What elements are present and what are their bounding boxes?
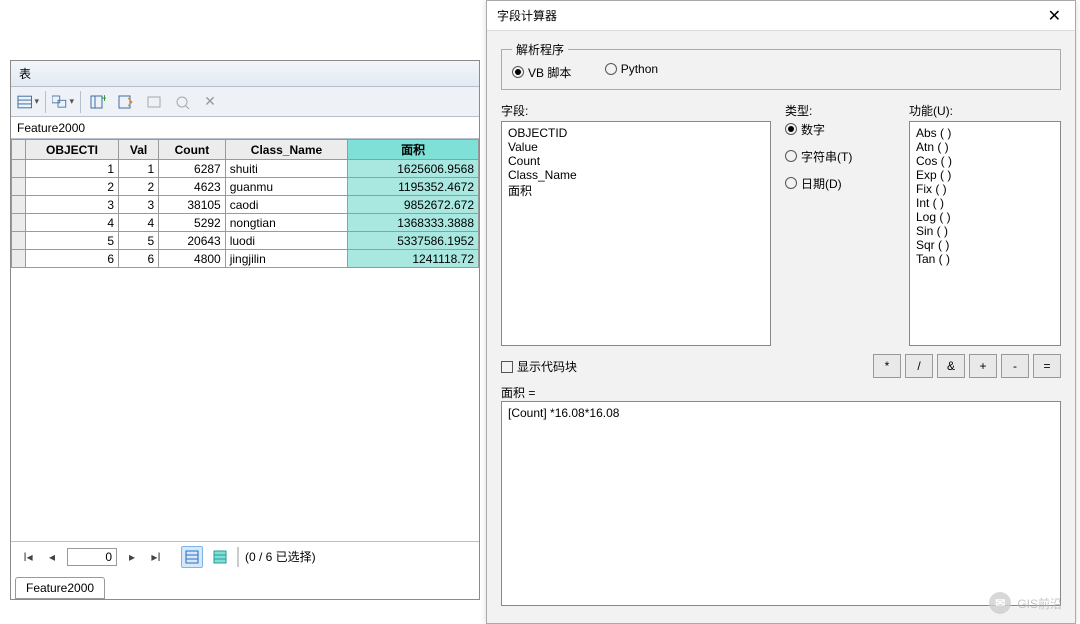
list-item[interactable]: Exp ( ) bbox=[916, 168, 1054, 182]
show-selected-icon[interactable] bbox=[209, 546, 231, 568]
bottom-tabs: Feature2000 bbox=[11, 571, 105, 599]
funcs-label: 功能(U): bbox=[909, 102, 1061, 119]
nav-status: (0 / 6 已选择) bbox=[245, 548, 316, 565]
operator-button[interactable]: & bbox=[937, 354, 965, 378]
list-item[interactable]: Tan ( ) bbox=[916, 252, 1054, 266]
nav-current-input[interactable] bbox=[67, 548, 117, 566]
list-item[interactable]: Abs ( ) bbox=[916, 126, 1054, 140]
col-objectid[interactable]: OBJECTI bbox=[26, 140, 119, 160]
operator-button[interactable]: - bbox=[1001, 354, 1029, 378]
grid-header-row: OBJECTI Val Count Class_Name 面积 bbox=[12, 140, 479, 160]
wechat-icon: ✉ bbox=[989, 592, 1011, 614]
fields-label: 字段: bbox=[501, 102, 771, 119]
dialog-close-icon[interactable]: ✕ bbox=[1044, 6, 1065, 26]
field-calculator-dialog: 字段计算器 ✕ 解析程序 VB 脚本 Python 字段: OBJECTIDVa… bbox=[486, 0, 1076, 624]
add-field-icon[interactable]: + bbox=[87, 91, 109, 113]
list-item[interactable]: Fix ( ) bbox=[916, 182, 1054, 196]
show-codeblock-checkbox[interactable]: 显示代码块 bbox=[501, 358, 577, 375]
col-area[interactable]: 面积 bbox=[348, 140, 479, 160]
table-row[interactable]: 664800jingjilin1241118.72 bbox=[12, 250, 479, 268]
export-icon bbox=[171, 91, 193, 113]
layer-name: Feature2000 bbox=[11, 117, 479, 139]
row-header-corner bbox=[12, 140, 26, 160]
table-row[interactable]: 5520643luodi5337586.1952 bbox=[12, 232, 479, 250]
list-item[interactable]: Int ( ) bbox=[916, 196, 1054, 210]
attribute-table-panel: 表 + ✕ Feature2000 OBJECTI Val bbox=[10, 60, 480, 600]
list-item[interactable]: Sqr ( ) bbox=[916, 238, 1054, 252]
list-item[interactable]: Count bbox=[508, 154, 764, 168]
show-all-icon[interactable] bbox=[181, 546, 203, 568]
radio-off-icon bbox=[605, 63, 617, 75]
list-item[interactable]: Log ( ) bbox=[916, 210, 1054, 224]
nav-prev-icon[interactable]: ◂ bbox=[43, 547, 61, 567]
list-item[interactable]: Value bbox=[508, 140, 764, 154]
nav-first-icon[interactable]: I◂ bbox=[19, 547, 37, 567]
col-count[interactable]: Count bbox=[159, 140, 226, 160]
nav-last-icon[interactable]: ▸I bbox=[147, 547, 165, 567]
type-number-radio[interactable]: 数字 bbox=[785, 121, 895, 138]
radio-on-icon bbox=[512, 66, 524, 78]
table-row[interactable]: 224623guanmu1195352.4672 bbox=[12, 178, 479, 196]
operator-button[interactable]: + bbox=[969, 354, 997, 378]
svg-text:+: + bbox=[101, 94, 106, 105]
list-item[interactable]: Cos ( ) bbox=[916, 154, 1054, 168]
find-replace-icon[interactable] bbox=[115, 91, 137, 113]
fields-listbox[interactable]: OBJECTIDValueCountClass_Name面积 bbox=[501, 121, 771, 346]
type-date-radio[interactable]: 日期(D) bbox=[785, 175, 895, 192]
operator-buttons: */&+-= bbox=[873, 354, 1061, 378]
parser-group: 解析程序 VB 脚本 Python bbox=[501, 41, 1061, 90]
operator-button[interactable]: / bbox=[905, 354, 933, 378]
parser-legend: 解析程序 bbox=[512, 41, 568, 58]
expression-label: 面积 = bbox=[501, 384, 1061, 401]
dialog-titlebar: 字段计算器 ✕ bbox=[487, 1, 1075, 31]
tab-feature2000[interactable]: Feature2000 bbox=[15, 577, 105, 599]
parser-python-radio[interactable]: Python bbox=[605, 62, 658, 76]
table-options-icon[interactable] bbox=[17, 91, 39, 113]
table-row[interactable]: 445292nongtian1368333.3888 bbox=[12, 214, 479, 232]
table-row[interactable]: 116287shuiti1625606.9568 bbox=[12, 160, 479, 178]
col-classname[interactable]: Class_Name bbox=[225, 140, 348, 160]
operator-button[interactable]: = bbox=[1033, 354, 1061, 378]
funcs-listbox[interactable]: Abs ( )Atn ( )Cos ( )Exp ( )Fix ( )Int (… bbox=[909, 121, 1061, 346]
panel-title: 表 bbox=[11, 61, 479, 87]
operator-button[interactable]: * bbox=[873, 354, 901, 378]
list-item[interactable]: 面积 bbox=[508, 182, 764, 199]
list-item[interactable]: Atn ( ) bbox=[916, 140, 1054, 154]
type-label: 类型: bbox=[785, 102, 895, 119]
expression-textarea[interactable] bbox=[501, 401, 1061, 606]
list-item[interactable]: Sin ( ) bbox=[916, 224, 1054, 238]
list-item[interactable]: Class_Name bbox=[508, 168, 764, 182]
watermark: ✉ GIS前沿 bbox=[989, 592, 1062, 614]
table-row[interactable]: 3338105caodi9852672.672 bbox=[12, 196, 479, 214]
related-tables-icon[interactable] bbox=[52, 91, 74, 113]
type-string-radio[interactable]: 字符串(T) bbox=[785, 148, 895, 165]
delete-icon bbox=[143, 91, 165, 113]
col-val[interactable]: Val bbox=[119, 140, 159, 160]
nav-next-icon[interactable]: ▸ bbox=[123, 547, 141, 567]
checkbox-off-icon bbox=[501, 361, 513, 373]
close-icon[interactable]: ✕ bbox=[199, 91, 221, 113]
grid-wrap: OBJECTI Val Count Class_Name 面积 116287sh… bbox=[11, 139, 479, 539]
table-toolbar: + ✕ bbox=[11, 87, 479, 117]
dialog-title: 字段计算器 bbox=[497, 7, 557, 24]
attribute-grid[interactable]: OBJECTI Val Count Class_Name 面积 116287sh… bbox=[11, 139, 479, 268]
list-item[interactable]: OBJECTID bbox=[508, 126, 764, 140]
parser-vb-radio[interactable]: VB 脚本 bbox=[512, 64, 571, 81]
record-navigator: I◂ ◂ ▸ ▸I (0 / 6 已选择) bbox=[11, 541, 479, 571]
